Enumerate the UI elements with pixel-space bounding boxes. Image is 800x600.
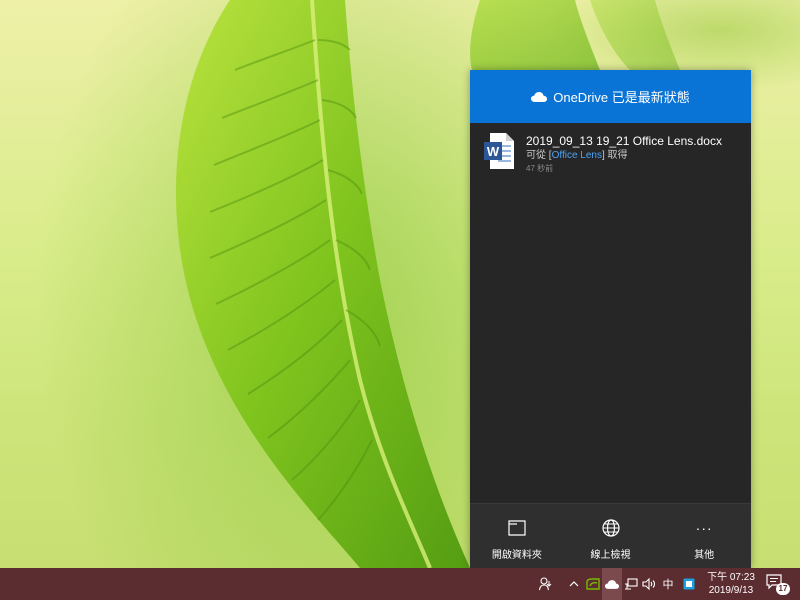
- more-label: 其他: [694, 550, 715, 561]
- taskbar-clock[interactable]: 下午 07:23 2019/9/13: [705, 571, 757, 597]
- view-online-label: 線上檢視: [590, 550, 631, 561]
- onedrive-cloud-icon: [531, 91, 548, 102]
- ime-indicator[interactable]: 中: [658, 568, 678, 600]
- clock-date: 2019/9/13: [708, 585, 754, 596]
- file-name[interactable]: 2019_09_13 19_21 Office Lens.docx: [526, 134, 722, 149]
- flyout-header: OneDrive 已是最新狀態: [470, 70, 751, 123]
- onedrive-flyout: OneDrive 已是最新狀態 W 2019_09_13 19_21 Offic…: [470, 70, 751, 568]
- nvidia-icon[interactable]: [584, 568, 602, 600]
- view-online-button[interactable]: 線上檢視: [564, 504, 658, 568]
- taskbar: 中 下午 07:23 2019/9/13 17: [0, 568, 800, 600]
- clock-time: 下午 07:23: [707, 572, 755, 583]
- source-link[interactable]: Office Lens: [552, 150, 602, 161]
- network-icon[interactable]: [622, 568, 640, 600]
- flyout-footer: 開啟資料夾 線上檢視 ··· 其他: [470, 503, 751, 568]
- source-prefix: 可從 [: [526, 150, 552, 161]
- file-source: 可從 [Office Lens] 取得: [526, 149, 722, 163]
- more-dots-icon: ···: [695, 520, 713, 536]
- open-folder-button[interactable]: 開啟資料夾: [470, 504, 564, 568]
- activity-text: 2019_09_13 19_21 Office Lens.docx 可從 [Of…: [526, 133, 722, 174]
- more-button[interactable]: ··· 其他: [657, 504, 751, 568]
- svg-text:W: W: [487, 144, 500, 159]
- notification-count-badge: 17: [776, 583, 790, 595]
- app-tray-icon[interactable]: [680, 568, 698, 600]
- show-hidden-icons-chevron-icon[interactable]: [564, 568, 584, 600]
- folder-icon: [508, 518, 526, 538]
- source-suffix: ] 取得: [601, 150, 628, 161]
- onedrive-tray-icon[interactable]: [602, 568, 622, 600]
- people-icon[interactable]: [534, 568, 558, 600]
- volume-icon[interactable]: [640, 568, 658, 600]
- word-doc-icon: W: [484, 133, 514, 169]
- activity-item[interactable]: W 2019_09_13 19_21 Office Lens.docx 可從 […: [470, 123, 751, 174]
- globe-icon: [601, 518, 620, 538]
- file-time: 47 秒前: [526, 164, 554, 173]
- open-folder-label: 開啟資料夾: [491, 550, 542, 561]
- flyout-title: OneDrive 已是最新狀態: [553, 90, 690, 105]
